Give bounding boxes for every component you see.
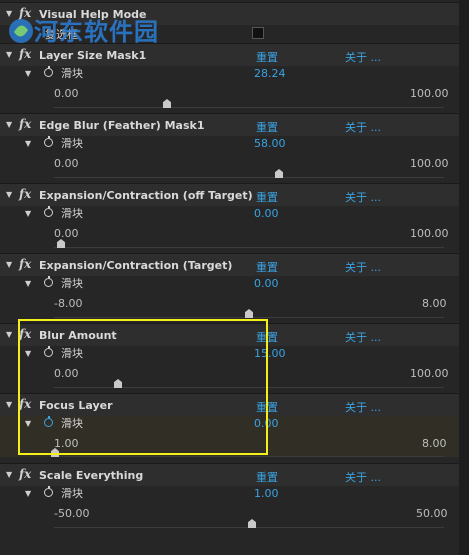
fx-icon[interactable]: fx	[19, 187, 31, 201]
effect-name: Expansion/Contraction (off Target)	[39, 189, 253, 202]
collapse-twisty-icon[interactable]: ▼	[6, 50, 12, 60]
collapse-twisty-icon[interactable]: ▼	[6, 330, 12, 340]
expand-twisty-icon[interactable]: ▼	[25, 489, 31, 499]
reset-link[interactable]: 重置	[256, 49, 278, 65]
slider-label: 滑块	[61, 137, 83, 150]
slider-label: 滑块	[61, 487, 83, 500]
collapse-twisty-icon[interactable]: ▼	[6, 120, 12, 130]
expand-twisty-icon[interactable]: ▼	[25, 279, 31, 289]
about-link[interactable]: 关于 ...	[345, 469, 381, 485]
effect-header-edge-blur[interactable]: ▼ fx Edge Blur (Feather) Mask1 重置 关于 ...	[0, 113, 459, 136]
stopwatch-icon[interactable]	[44, 276, 53, 287]
expand-twisty-icon[interactable]: ▼	[25, 139, 31, 149]
reset-link[interactable]: 重置	[256, 259, 278, 275]
slider-thumb[interactable]	[275, 169, 283, 178]
effect-name: Scale Everything	[39, 469, 144, 482]
slider-max: 100.00	[410, 157, 449, 170]
slider-label: 滑块	[61, 277, 83, 290]
collapse-twisty-icon[interactable]: ▼	[6, 190, 12, 200]
slider-track[interactable]	[54, 107, 444, 108]
slider-min: 0.00	[54, 87, 79, 100]
slider-value[interactable]: 0.00	[254, 207, 279, 220]
fx-icon[interactable]: fx	[19, 467, 31, 481]
slider-track[interactable]	[54, 177, 444, 178]
slider-thumb[interactable]	[163, 99, 171, 108]
slider-min: 0.00	[54, 157, 79, 170]
checkbox-label: 复选框	[45, 28, 78, 41]
expand-twisty-icon[interactable]: ▼	[25, 209, 31, 219]
effect-header-expansion-off-target[interactable]: ▼ fx Expansion/Contraction (off Target) …	[0, 183, 459, 206]
slider-thumb[interactable]	[245, 309, 253, 318]
slider-value[interactable]: 1.00	[254, 487, 279, 500]
stopwatch-icon[interactable]	[44, 136, 53, 147]
panel-scrollbar[interactable]	[459, 0, 469, 555]
slider-track[interactable]	[54, 456, 444, 457]
slider-max: 100.00	[410, 367, 449, 380]
about-link[interactable]: 关于 ...	[345, 259, 381, 275]
fx-icon[interactable]: fx	[19, 257, 31, 271]
expand-twisty-icon[interactable]: ▼	[25, 69, 31, 79]
about-link[interactable]: 关于 ...	[345, 329, 381, 345]
slider-max: 8.00	[422, 297, 447, 310]
collapse-twisty-icon[interactable]: ▼	[6, 9, 12, 19]
slider-max: 100.00	[410, 87, 449, 100]
slider-thumb[interactable]	[248, 519, 256, 528]
slider-thumb[interactable]	[57, 239, 65, 248]
slider-value[interactable]: 58.00	[254, 137, 286, 150]
fx-icon[interactable]: fx	[19, 47, 31, 61]
about-link[interactable]: 关于 ...	[345, 119, 381, 135]
slider-max: 8.00	[422, 437, 447, 450]
fx-icon[interactable]: fx	[19, 117, 31, 131]
visual-help-checkbox[interactable]	[252, 27, 264, 39]
slider-min: 0.00	[54, 227, 79, 240]
yellow-highlight-annotation	[18, 319, 268, 455]
slider-value[interactable]: 0.00	[254, 277, 279, 290]
effect-controls-panel: ▼ fx Visual Help Mode 复选框 河东软件园 www.pc03…	[0, 0, 459, 555]
fx-icon[interactable]: fx	[19, 6, 31, 20]
about-link[interactable]: 关于 ...	[345, 399, 381, 415]
slider-min: -50.00	[54, 507, 90, 520]
slider-max: 100.00	[410, 227, 449, 240]
effect-header-layer-size[interactable]: ▼ fx Layer Size Mask1 重置 关于 ...	[0, 43, 459, 66]
effect-name: Expansion/Contraction (Target)	[39, 259, 233, 272]
effect-name: Layer Size Mask1	[39, 49, 147, 62]
effect-header-visual-help[interactable]: ▼ fx Visual Help Mode	[0, 2, 459, 25]
slider-track[interactable]	[54, 247, 444, 248]
reset-link[interactable]: 重置	[256, 119, 278, 135]
effect-name: Edge Blur (Feather) Mask1	[39, 119, 205, 132]
slider-max: 50.00	[416, 507, 448, 520]
effect-header-scale-everything[interactable]: ▼ fx Scale Everything 重置 关于 ...	[0, 463, 459, 486]
about-link[interactable]: 关于 ...	[345, 49, 381, 65]
effect-header-expansion-target[interactable]: ▼ fx Expansion/Contraction (Target) 重置 关…	[0, 253, 459, 276]
collapse-twisty-icon[interactable]: ▼	[6, 400, 12, 410]
reset-link[interactable]: 重置	[256, 189, 278, 205]
about-link[interactable]: 关于 ...	[345, 189, 381, 205]
collapse-twisty-icon[interactable]: ▼	[6, 260, 12, 270]
stopwatch-icon[interactable]	[44, 66, 53, 77]
stopwatch-icon[interactable]	[44, 206, 53, 217]
collapse-twisty-icon[interactable]: ▼	[6, 470, 12, 480]
slider-min: -8.00	[54, 297, 83, 310]
effect-name: Visual Help Mode	[39, 8, 147, 21]
reset-link[interactable]: 重置	[256, 469, 278, 485]
slider-label: 滑块	[61, 207, 83, 220]
slider-value[interactable]: 28.24	[254, 67, 286, 80]
slider-label: 滑块	[61, 67, 83, 80]
stopwatch-icon[interactable]	[44, 486, 53, 497]
